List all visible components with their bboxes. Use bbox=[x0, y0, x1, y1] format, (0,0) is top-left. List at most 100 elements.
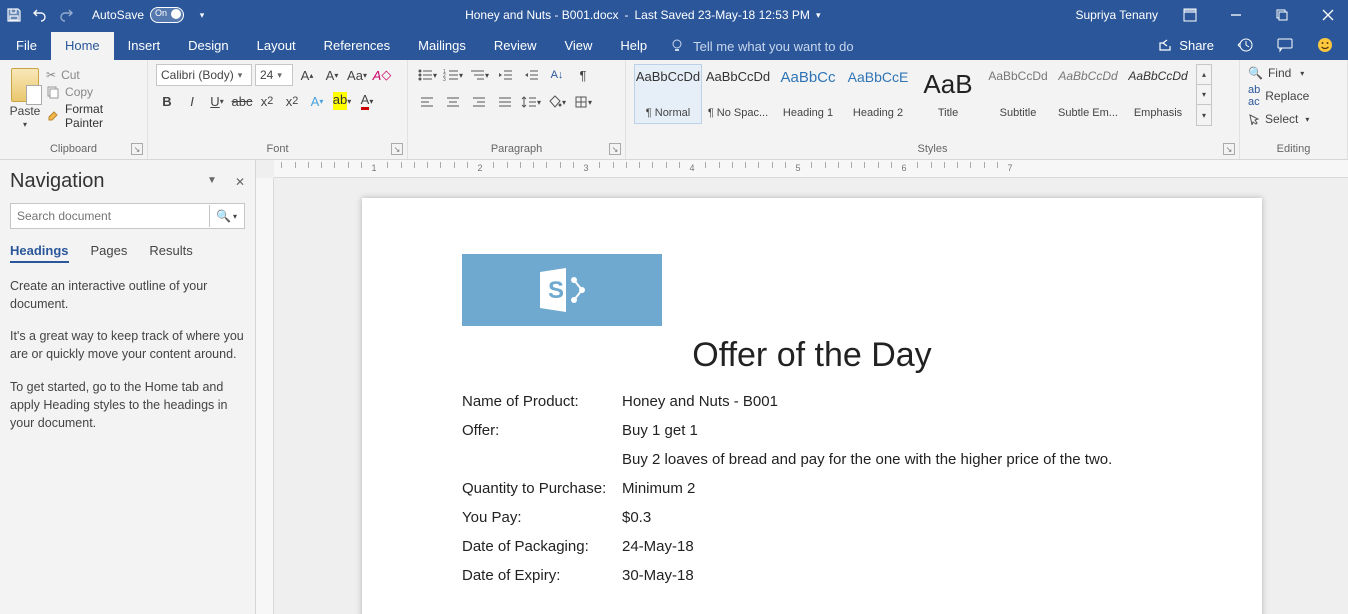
tab-file[interactable]: File bbox=[2, 32, 51, 60]
copy-button[interactable]: Copy bbox=[46, 85, 139, 99]
tab-layout[interactable]: Layout bbox=[243, 32, 310, 60]
paste-button[interactable]: Paste ▾ bbox=[8, 64, 42, 129]
font-size-value: 24 bbox=[260, 68, 273, 82]
tab-view[interactable]: View bbox=[550, 32, 606, 60]
style-subtle-em-[interactable]: AaBbCcDdSubtle Em... bbox=[1054, 64, 1122, 124]
nav-dropdown-icon[interactable]: ▼ bbox=[207, 175, 217, 189]
align-left-button[interactable] bbox=[416, 91, 438, 113]
cut-button[interactable]: ✂Cut bbox=[46, 68, 139, 82]
style-heading-1[interactable]: AaBbCcHeading 1 bbox=[774, 64, 842, 124]
superscript-button[interactable]: x2 bbox=[281, 90, 303, 112]
grow-font-button[interactable]: A▴ bbox=[296, 64, 318, 86]
title-dropdown-icon[interactable]: ▾ bbox=[816, 10, 821, 21]
italic-button[interactable]: I bbox=[181, 90, 203, 112]
paste-icon bbox=[11, 68, 39, 102]
minimize-icon[interactable] bbox=[1222, 1, 1250, 29]
bullets-button[interactable]: ▾ bbox=[416, 64, 438, 86]
find-button[interactable]: 🔍Find▾ bbox=[1248, 66, 1309, 80]
find-label: Find bbox=[1268, 66, 1291, 80]
user-name[interactable]: Supriya Tenany bbox=[1076, 8, 1159, 22]
borders-button[interactable]: ▾ bbox=[572, 91, 594, 113]
tab-mailings[interactable]: Mailings bbox=[404, 32, 480, 60]
font-dialog-launcher[interactable]: ↘ bbox=[391, 143, 403, 155]
shrink-font-button[interactable]: A▾ bbox=[321, 64, 343, 86]
paragraph-dialog-launcher[interactable]: ↘ bbox=[609, 143, 621, 155]
subscript-button[interactable]: x2 bbox=[256, 90, 278, 112]
style--no-spac-[interactable]: AaBbCcDd¶ No Spac... bbox=[704, 64, 772, 124]
align-center-button[interactable] bbox=[442, 91, 464, 113]
doc-field-value: 24-May-18 bbox=[622, 538, 694, 555]
ribbon-display-icon[interactable] bbox=[1176, 1, 1204, 29]
tab-home[interactable]: Home bbox=[51, 32, 114, 60]
style-subtitle[interactable]: AaBbCcDdSubtitle bbox=[984, 64, 1052, 124]
bold-button[interactable]: B bbox=[156, 90, 178, 112]
justify-button[interactable] bbox=[494, 91, 516, 113]
strikethrough-button[interactable]: abc bbox=[231, 90, 253, 112]
style-emphasis[interactable]: AaBbCcDdEmphasis bbox=[1124, 64, 1192, 124]
undo-icon[interactable] bbox=[32, 7, 48, 23]
save-icon[interactable] bbox=[6, 7, 22, 23]
style-title[interactable]: AaBTitle bbox=[914, 64, 982, 124]
increase-indent-button[interactable] bbox=[520, 64, 542, 86]
change-case-button[interactable]: Aa▾ bbox=[346, 64, 368, 86]
font-size-combo[interactable]: 24▾ bbox=[255, 64, 293, 86]
underline-button[interactable]: U▾ bbox=[206, 90, 228, 112]
select-label: Select bbox=[1265, 112, 1298, 126]
doc-field-row: Quantity to Purchase:Minimum 2 bbox=[462, 480, 1162, 497]
scissors-icon: ✂ bbox=[46, 68, 56, 82]
doc-field-key: Quantity to Purchase: bbox=[462, 480, 622, 497]
style--normal[interactable]: AaBbCcDd¶ Normal bbox=[634, 64, 702, 124]
tab-insert[interactable]: Insert bbox=[114, 32, 175, 60]
format-painter-button[interactable]: Format Painter bbox=[46, 102, 139, 130]
ribbon: Paste ▾ ✂Cut Copy Format Painter Clipboa… bbox=[0, 60, 1348, 160]
multilevel-list-button[interactable]: ▾ bbox=[468, 64, 490, 86]
nav-tab-headings[interactable]: Headings bbox=[10, 243, 69, 263]
history-icon[interactable] bbox=[1236, 36, 1254, 54]
doc-field-key: Name of Product: bbox=[462, 393, 622, 410]
smiley-icon[interactable] bbox=[1316, 36, 1334, 54]
select-button[interactable]: Select▾ bbox=[1248, 112, 1309, 126]
text-effects-button[interactable]: A▾ bbox=[306, 90, 328, 112]
font-name-combo[interactable]: Calibri (Body)▾ bbox=[156, 64, 252, 86]
nav-close-icon[interactable]: ✕ bbox=[235, 175, 245, 189]
styles-dialog-launcher[interactable]: ↘ bbox=[1223, 143, 1235, 155]
ruler-number: 1 bbox=[371, 163, 376, 173]
redo-icon[interactable] bbox=[58, 7, 74, 23]
tab-design[interactable]: Design bbox=[174, 32, 242, 60]
close-icon[interactable] bbox=[1314, 1, 1342, 29]
comments-icon[interactable] bbox=[1276, 36, 1294, 54]
nav-tab-results[interactable]: Results bbox=[149, 243, 192, 263]
style-heading-2[interactable]: AaBbCcEHeading 2 bbox=[844, 64, 912, 124]
line-spacing-button[interactable]: ▾ bbox=[520, 91, 542, 113]
tab-review[interactable]: Review bbox=[480, 32, 551, 60]
share-button[interactable]: Share bbox=[1157, 37, 1214, 53]
qat-customize-icon[interactable]: ▾ bbox=[194, 7, 210, 23]
vertical-ruler[interactable] bbox=[256, 178, 274, 614]
numbering-button[interactable]: 123▾ bbox=[442, 64, 464, 86]
shading-button[interactable]: ▾ bbox=[546, 91, 568, 113]
editing-group-label: Editing bbox=[1248, 143, 1339, 157]
autosave-toggle[interactable]: On bbox=[150, 7, 184, 23]
font-color-button[interactable]: A▾ bbox=[356, 90, 378, 112]
horizontal-ruler[interactable]: 1234567 bbox=[274, 160, 1348, 178]
navigation-pane: Navigation ▼ ✕ 🔍▾ Headings Pages Results… bbox=[0, 160, 256, 614]
styles-gallery-scroll[interactable]: ▴▾▾ bbox=[1196, 64, 1212, 126]
sort-button[interactable]: A↓ bbox=[546, 64, 568, 86]
document-page[interactable]: S Offer of the Day Name of Product:Honey… bbox=[362, 198, 1262, 614]
clipboard-dialog-launcher[interactable]: ↘ bbox=[131, 143, 143, 155]
show-marks-button[interactable]: ¶ bbox=[572, 64, 594, 86]
tab-help[interactable]: Help bbox=[606, 32, 661, 60]
nav-tab-pages[interactable]: Pages bbox=[91, 243, 128, 263]
decrease-indent-button[interactable] bbox=[494, 64, 516, 86]
replace-button[interactable]: abacReplace bbox=[1248, 84, 1309, 108]
clear-formatting-button[interactable]: A◇ bbox=[371, 64, 393, 86]
maximize-icon[interactable] bbox=[1268, 1, 1296, 29]
font-group-label: Font bbox=[156, 143, 399, 157]
nav-search-button[interactable]: 🔍▾ bbox=[209, 205, 243, 227]
tab-references[interactable]: References bbox=[310, 32, 404, 60]
align-right-button[interactable] bbox=[468, 91, 490, 113]
lightbulb-icon bbox=[669, 38, 685, 54]
doc-description: Buy 2 loaves of bread and pay for the on… bbox=[622, 451, 1162, 468]
tell-me-input[interactable] bbox=[693, 39, 953, 54]
highlight-button[interactable]: ab▾ bbox=[331, 90, 353, 112]
